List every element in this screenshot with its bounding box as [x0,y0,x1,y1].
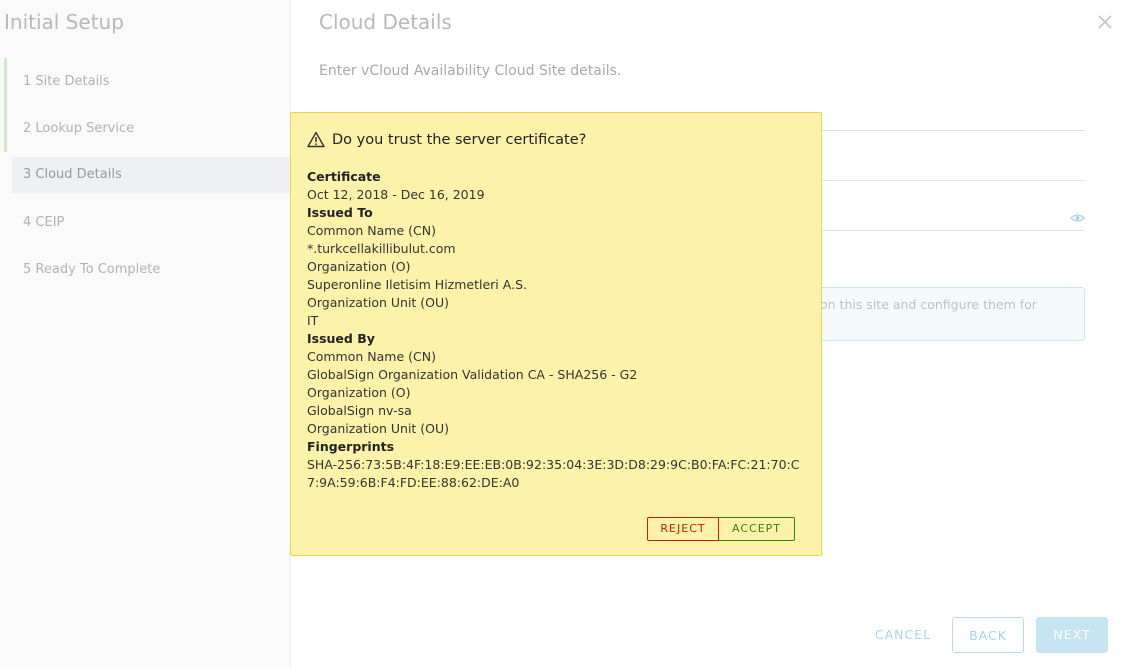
issued-to-o-value: Superonline Iletisim Hizmetleri A.S. [307,277,527,292]
step-ready-to-complete[interactable]: 5 Ready To Complete [4,246,291,293]
issued-to-cn-value: *.turkcellakillibulut.com [307,241,456,256]
issued-to-heading: Issued To [307,205,373,220]
step-cloud-details[interactable]: 3 Cloud Details [12,157,291,193]
issued-by-cn-label: Common Name (CN) [307,349,436,364]
step-ceip[interactable]: 4 CEIP [4,199,291,246]
certificate-validity: Oct 12, 2018 - Dec 16, 2019 [307,187,485,202]
cancel-button[interactable]: CANCEL [864,617,942,653]
dialog-title: Do you trust the server certificate? [332,132,587,148]
issued-to-ou-label: Organization Unit (OU) [307,295,450,310]
issued-by-o-label: Organization (O) [307,385,411,400]
wizard-sidebar: Initial Setup 1 Site Details 2 Lookup Se… [0,0,291,668]
step-site-details[interactable]: 1 Site Details [4,58,291,105]
close-icon[interactable] [1096,13,1114,31]
issued-by-heading: Issued By [307,331,375,346]
info-alert: on this site and configure them for [820,287,1085,341]
fingerprint-value: SHA-256:73:5B:4F:18:E9:EE:EB:0B:92:35:04… [307,457,800,490]
certificate-trust-dialog: Do you trust the server certificate? Cer… [290,112,822,556]
page-subtitle: Enter vCloud Availability Cloud Site det… [319,63,622,79]
issued-by-cn-value: GlobalSign Organization Validation CA - … [307,367,638,382]
certificate-details: Certificate Oct 12, 2018 - Dec 16, 2019 … [307,168,811,492]
next-button[interactable]: NEXT [1036,617,1108,653]
eye-icon[interactable] [1070,212,1085,224]
back-button[interactable]: BACK [952,617,1024,653]
field-underline-1[interactable] [820,130,1085,131]
page-title: Cloud Details [319,10,452,34]
issued-by-ou-label: Organization Unit (OU) [307,421,450,436]
field-underline-2[interactable] [820,180,1085,181]
issued-by-o-value: GlobalSign nv-sa [307,403,412,418]
certificate-heading: Certificate [307,169,381,184]
issued-to-ou-value: IT [307,313,319,328]
step-lookup-service[interactable]: 2 Lookup Service [4,105,291,152]
wizard-steps: 1 Site Details 2 Lookup Service 3 Cloud … [4,58,291,293]
issued-to-cn-label: Common Name (CN) [307,223,436,238]
fingerprints-heading: Fingerprints [307,439,395,454]
reject-button[interactable]: REJECT [647,517,719,541]
info-alert-text: on this site and configure them for [820,297,1037,312]
wizard-title: Initial Setup [4,10,124,34]
issued-to-o-label: Organization (O) [307,259,411,274]
warning-icon [307,131,325,148]
dialog-actions: REJECT ACCEPT [647,517,795,541]
field-underline-3[interactable] [820,230,1085,231]
accept-button[interactable]: ACCEPT [719,517,795,541]
